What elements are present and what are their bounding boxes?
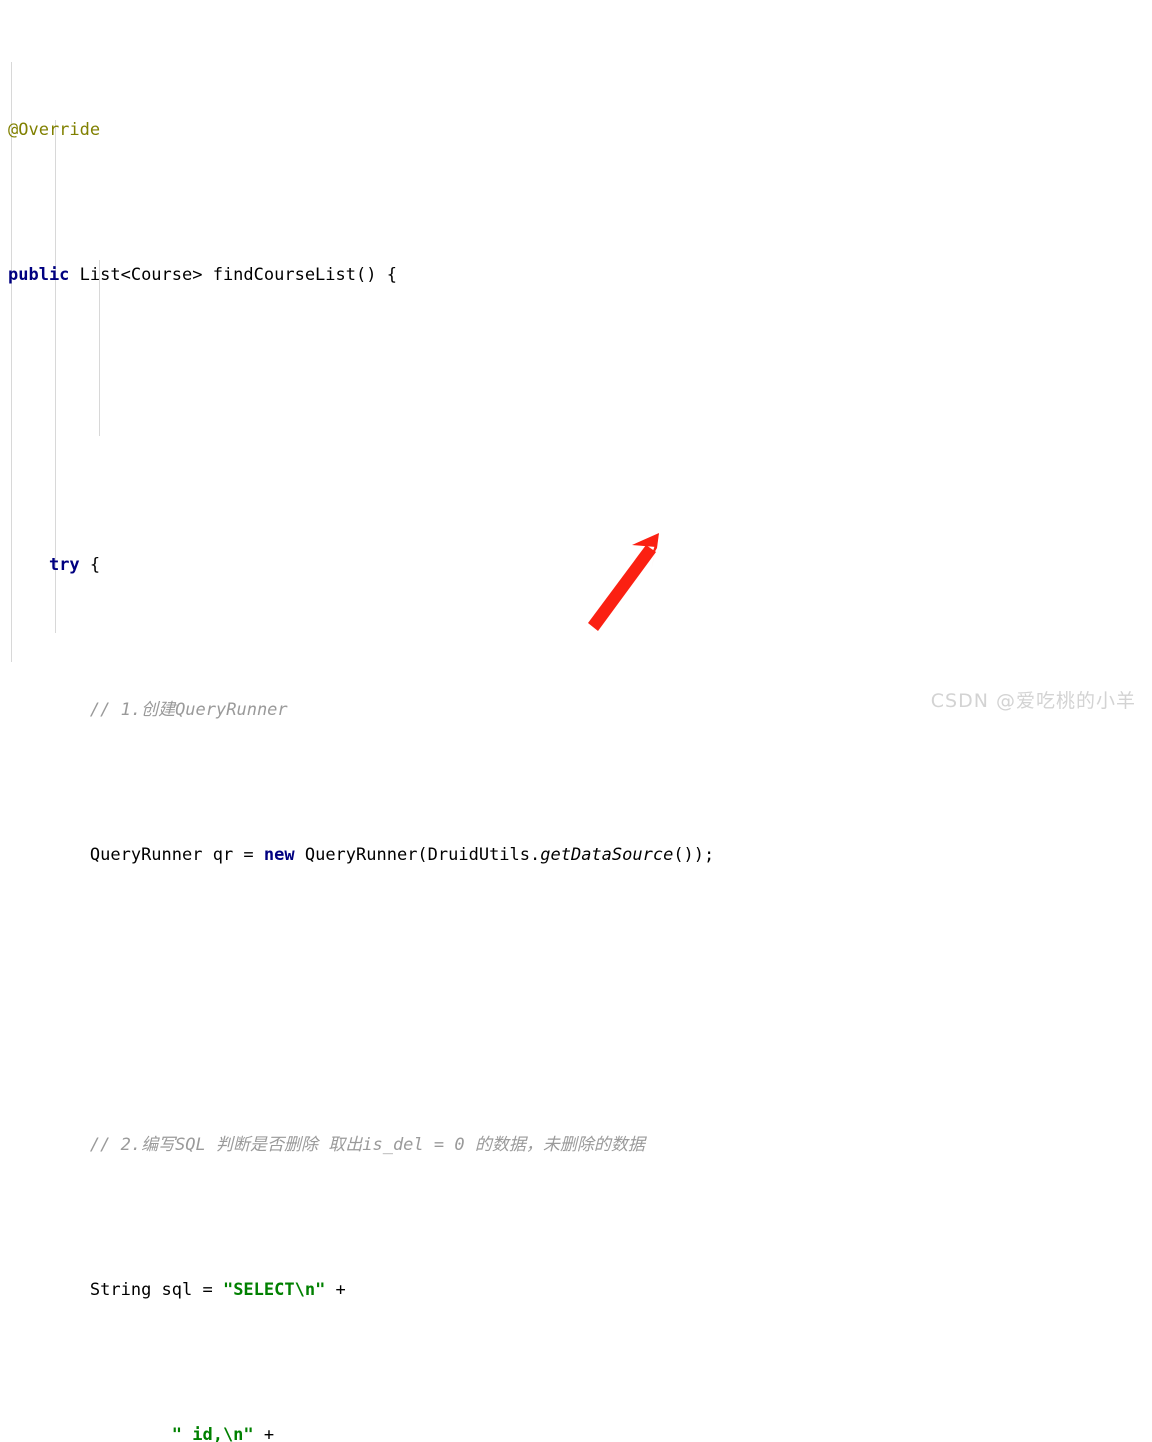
- concat-plus-2: +: [253, 1425, 275, 1442]
- code-content[interactable]: @Override public List<Course> findCourse…: [0, 0, 1152, 1442]
- code-line-8: // 2.编写SQL 判断是否删除 取出is_del = 0 的数据，未删除的数…: [0, 1131, 1152, 1160]
- code-line-9: String sql = "SELECT\n" +: [0, 1276, 1152, 1305]
- queryrunner-decl: QueryRunner qr =: [89, 845, 264, 865]
- csdn-watermark: CSDN @爱吃桃的小羊: [930, 690, 1136, 712]
- keyword-new: new: [263, 845, 295, 865]
- static-method-getdatasource: getDataSource: [540, 845, 674, 865]
- sql-literal-id: " id,\n": [171, 1425, 254, 1442]
- sql-var-decl: String sql =: [89, 1280, 223, 1300]
- code-line-4: try {: [0, 551, 1152, 580]
- queryrunner-tail: ());: [673, 845, 715, 865]
- keyword-try: try: [48, 555, 80, 575]
- comment-write-sql: // 2.编写SQL 判断是否删除 取出is_del = 0 的数据，未删除的数…: [89, 1135, 645, 1155]
- code-line-1: @Override: [0, 116, 1152, 145]
- code-line-7-blank: [0, 986, 1152, 1015]
- concat-plus-1: +: [325, 1280, 346, 1300]
- code-editor-canvas[interactable]: @Override public List<Course> findCourse…: [0, 0, 1152, 1442]
- method-signature: List<Course> findCourseList() {: [69, 265, 397, 285]
- sql-literal-select: "SELECT\n": [222, 1280, 326, 1300]
- comment-create-queryrunner: // 1.创建QueryRunner: [89, 700, 288, 720]
- try-open-brace: {: [79, 555, 101, 575]
- code-line-10: " id,\n" +: [0, 1421, 1152, 1442]
- code-line-3-blank: [0, 406, 1152, 435]
- override-annotation: @Override: [8, 120, 101, 140]
- code-line-2: public List<Course> findCourseList() {: [0, 261, 1152, 290]
- code-line-6: QueryRunner qr = new QueryRunner(DruidUt…: [0, 841, 1152, 870]
- keyword-public: public: [8, 265, 70, 285]
- queryrunner-ctor: QueryRunner(DruidUtils.: [294, 845, 541, 865]
